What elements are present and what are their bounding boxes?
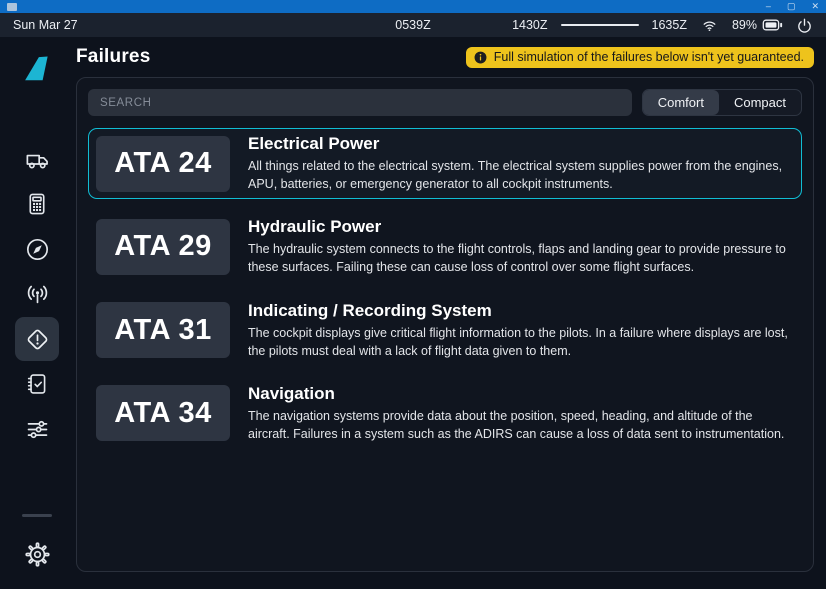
- failures-panel: Comfort Compact ATA 24 Electrical Power …: [76, 77, 814, 572]
- ata-29-title: Hydraulic Power: [248, 217, 794, 237]
- ata-chapter-list: ATA 24 Electrical Power All things relat…: [88, 128, 802, 449]
- statusbar-utc-time: 0539Z: [395, 18, 430, 32]
- page-title: Failures: [76, 46, 150, 68]
- ata-24-badge: ATA 24: [96, 136, 230, 192]
- failures-page: Failures Full simulation of the failures…: [74, 37, 826, 589]
- view-mode-toggle: Comfort Compact: [642, 89, 802, 116]
- view-compact-button[interactable]: Compact: [719, 90, 801, 115]
- efb-statusbar: Sun Mar 27 0539Z 1430Z 1635Z 89%: [0, 13, 826, 37]
- window-titlebar: – ▢ ✕: [0, 0, 826, 13]
- power-icon[interactable]: [796, 17, 813, 34]
- ata-24-description: All things related to the electrical sys…: [248, 157, 794, 193]
- sidebar-item-ground[interactable]: [15, 137, 59, 181]
- app-icon: [7, 3, 17, 11]
- departure-time: 1430Z: [512, 18, 547, 32]
- sidebar-item-settings[interactable]: [15, 532, 59, 576]
- info-icon: [473, 50, 488, 65]
- ata-34-description: The navigation systems provide data abou…: [248, 407, 794, 443]
- battery-percentage: 89%: [732, 18, 757, 32]
- view-comfort-button[interactable]: Comfort: [643, 90, 719, 115]
- ata-31-card[interactable]: ATA 31 Indicating / Recording System The…: [88, 295, 802, 366]
- arrival-time: 1635Z: [652, 18, 687, 32]
- ata-34-title: Navigation: [248, 384, 794, 404]
- flybywire-logo: [15, 47, 59, 91]
- search-input[interactable]: [88, 89, 632, 116]
- ata-31-title: Indicating / Recording System: [248, 301, 794, 321]
- sidebar-item-presets[interactable]: [15, 407, 59, 451]
- window-minimize-button[interactable]: –: [766, 0, 771, 13]
- statusbar-date: Sun Mar 27: [13, 18, 78, 32]
- sidebar: [0, 37, 74, 589]
- sidebar-item-performance[interactable]: [15, 182, 59, 226]
- sidebar-item-failures[interactable]: [15, 317, 59, 361]
- battery-icon: [762, 18, 783, 32]
- ata-24-title: Electrical Power: [248, 134, 794, 154]
- ata-31-description: The cockpit displays give critical fligh…: [248, 324, 794, 360]
- window-maximize-button[interactable]: ▢: [787, 0, 796, 13]
- window-close-button[interactable]: ✕: [811, 0, 819, 13]
- ata-31-badge: ATA 31: [96, 302, 230, 358]
- ata-29-card[interactable]: ATA 29 Hydraulic Power The hydraulic sys…: [88, 211, 802, 282]
- ata-29-badge: ATA 29: [96, 219, 230, 275]
- wifi-icon: [700, 17, 719, 34]
- warning-banner: Full simulation of the failures below is…: [466, 47, 814, 68]
- sidebar-item-dashboard[interactable]: [15, 92, 59, 136]
- flight-progress-bar: [561, 24, 639, 27]
- ata-29-description: The hydraulic system connects to the fli…: [248, 240, 794, 276]
- ata-24-card[interactable]: ATA 24 Electrical Power All things relat…: [88, 128, 802, 199]
- warning-banner-text: Full simulation of the failures below is…: [494, 50, 804, 64]
- sidebar-divider: [22, 514, 52, 517]
- ata-34-badge: ATA 34: [96, 385, 230, 441]
- sidebar-item-checklists[interactable]: [15, 362, 59, 406]
- ata-34-card[interactable]: ATA 34 Navigation The navigation systems…: [88, 378, 802, 449]
- sidebar-item-atc[interactable]: [15, 272, 59, 316]
- sidebar-item-navigation[interactable]: [15, 227, 59, 271]
